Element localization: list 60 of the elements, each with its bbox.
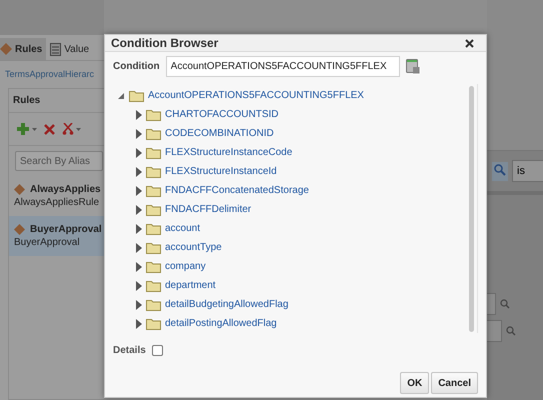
tree-node[interactable]: department — [165, 280, 216, 291]
tree-node[interactable]: FNDACFFDelimiter — [165, 204, 252, 215]
tree-node[interactable]: accountType — [165, 242, 222, 253]
input-field[interactable] — [487, 320, 502, 342]
input-field[interactable] — [487, 292, 496, 314]
rule-alias: AlwaysAppliesRule — [14, 197, 100, 208]
folder-icon — [146, 298, 161, 310]
condition-field[interactable]: AccountOPERATIONS5FACCOUNTING5FFLEX — [166, 56, 400, 77]
tree-node[interactable]: FLEXStructureInstanceId — [165, 166, 277, 177]
search-icon[interactable] — [500, 298, 510, 308]
folder-icon — [146, 146, 161, 158]
diamond-icon — [14, 184, 25, 195]
dialog-button[interactable]: OK — [400, 372, 430, 394]
folder-icon — [129, 90, 144, 102]
rule-item[interactable]: BuyerApproval BuyerApproval — [9, 216, 104, 256]
tab[interactable]: Value — [50, 38, 94, 60]
add-icon[interactable] — [17, 123, 37, 135]
rule-name: AlwaysApplies — [30, 184, 101, 195]
rule-alias: BuyerApproval — [14, 237, 81, 248]
folder-icon — [146, 242, 161, 254]
folder-icon — [146, 108, 161, 120]
list-icon — [50, 42, 62, 56]
tree-node[interactable]: detailBudgetingAllowedFlag — [165, 299, 288, 310]
folder-icon — [146, 204, 161, 216]
calculator-icon[interactable] — [406, 59, 420, 74]
dialog-title: Condition Browser — [111, 36, 218, 50]
tree-node[interactable]: AccountOPERATIONS5FACCOUNTING5FFLEX — [148, 90, 364, 101]
folder-icon — [146, 318, 161, 330]
folder-icon — [146, 280, 161, 292]
folder-icon — [146, 260, 161, 272]
tree-node[interactable]: CHARTOFACCOUNTSID — [165, 109, 279, 120]
tree-node[interactable]: company — [165, 261, 206, 272]
tree-node[interactable]: detailPostingAllowedFlag — [165, 318, 277, 329]
search-icon[interactable] — [506, 326, 516, 336]
tree-node[interactable]: FNDACFFConcatenatedStorage — [165, 185, 309, 196]
close-button[interactable] — [463, 36, 476, 50]
tree-node[interactable]: FLEXStructureInstanceCode — [165, 147, 292, 158]
checkbox-label: Details — [113, 345, 146, 356]
close-icon — [465, 38, 474, 48]
rule-name: BuyerApproval — [30, 224, 102, 235]
diamond-icon — [0, 43, 12, 55]
folder-icon — [146, 184, 161, 196]
scissors-icon[interactable] — [62, 123, 82, 135]
tree-node[interactable]: CODECOMBINATIONID — [165, 128, 274, 139]
operator-field[interactable]: is — [512, 160, 543, 182]
field-label: Condition — [113, 61, 160, 72]
expanded-triangle-icon[interactable] — [117, 92, 125, 100]
scrollbar-thumb[interactable] — [468, 86, 474, 332]
checkbox[interactable] — [152, 345, 163, 356]
rule-item[interactable]: AlwaysApplies AlwaysAppliesRule — [9, 176, 104, 216]
search-icon[interactable] — [494, 164, 506, 176]
tree-node[interactable]: account — [165, 223, 200, 234]
folder-icon — [146, 222, 161, 234]
search-field[interactable]: Search By Alias — [15, 151, 103, 171]
folder-icon — [146, 128, 161, 140]
dialog-button[interactable]: Cancel — [431, 372, 478, 394]
diamond-icon — [14, 224, 25, 235]
delete-icon[interactable] — [44, 124, 55, 134]
tab[interactable]: Rules — [0, 38, 46, 60]
folder-icon — [146, 166, 161, 178]
